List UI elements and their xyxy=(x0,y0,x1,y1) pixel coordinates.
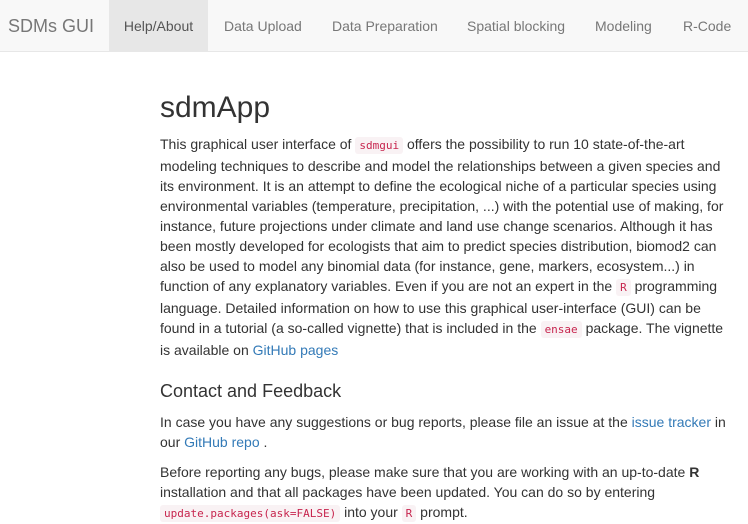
intro-paragraph: This graphical user interface of sdmgui … xyxy=(160,134,732,360)
main-content: sdmApp This graphical user interface of … xyxy=(160,88,732,524)
bold-r: R xyxy=(689,464,700,480)
tab-r-code[interactable]: R-Code xyxy=(683,0,731,51)
github-pages-link[interactable]: GitHub pages xyxy=(253,342,339,358)
tab-data-upload[interactable]: Data Upload xyxy=(224,0,302,51)
code-sdmgui: sdmgui xyxy=(355,137,404,154)
navbar: SDMs GUI Help/About Data Upload Data Pre… xyxy=(0,0,748,52)
intro-text-2: offers the possibility to run 10 state-o… xyxy=(160,136,724,294)
before-text-4: prompt. xyxy=(416,504,468,520)
tab-spatial-blocking[interactable]: Spatial blocking xyxy=(467,0,565,51)
bug-report-paragraph: Before reporting any bugs, please make s… xyxy=(160,462,732,524)
contact-paragraph: In case you have any suggestions or bug … xyxy=(160,412,732,452)
tab-modeling[interactable]: Modeling xyxy=(595,0,652,51)
code-r-prompt: R xyxy=(401,505,417,522)
intro-text-1: This graphical user interface of xyxy=(160,136,356,152)
contact-text-3: . xyxy=(259,434,268,450)
navbar-brand[interactable]: SDMs GUI xyxy=(8,0,94,52)
before-text-1: Before reporting any bugs, please make s… xyxy=(160,464,690,480)
before-text-2: installation and that all packages have … xyxy=(160,484,656,500)
code-update-packages: update.packages(ask=FALSE) xyxy=(160,505,341,522)
github-repo-link[interactable]: GitHub repo xyxy=(184,434,259,450)
contact-text-1: In case you have any suggestions or bug … xyxy=(160,414,632,430)
code-r: R xyxy=(616,279,631,296)
page-title: sdmApp xyxy=(160,91,271,124)
tab-help-about[interactable]: Help/About xyxy=(109,0,208,51)
code-ensae: ensae xyxy=(540,321,582,338)
tab-data-preparation[interactable]: Data Preparation xyxy=(332,0,438,51)
before-text-3: into your xyxy=(340,504,402,520)
issue-tracker-link[interactable]: issue tracker xyxy=(632,414,711,430)
contact-heading: Contact and Feedback xyxy=(160,381,342,401)
